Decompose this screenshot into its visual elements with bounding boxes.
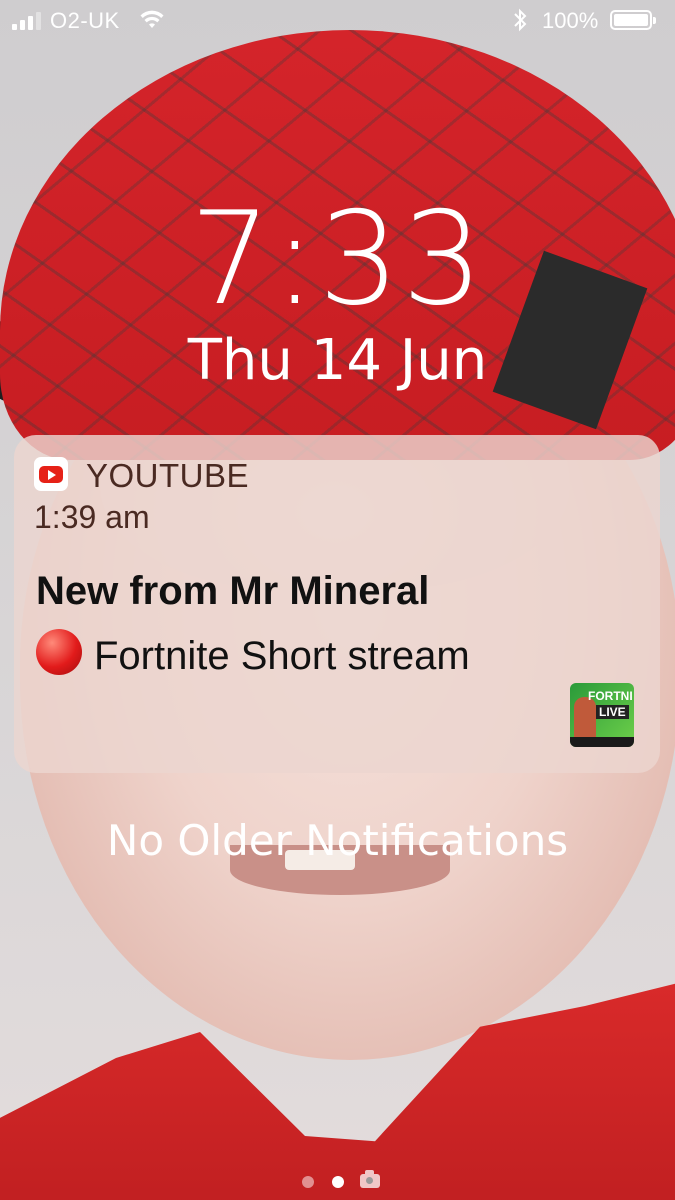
page-dot-current[interactable] <box>332 1176 344 1188</box>
battery-nub <box>653 17 656 24</box>
notification-body: Fortnite Short stream <box>36 625 556 687</box>
camera-icon[interactable] <box>360 1170 380 1188</box>
signal-bar <box>28 16 33 30</box>
battery-percentage: 100% <box>542 8 599 33</box>
signal-bar <box>36 12 41 30</box>
youtube-notification[interactable]: YOUTUBE 1:39 am New from Mr Mineral Fort… <box>14 435 660 773</box>
battery-fill <box>614 14 648 26</box>
battery-icon <box>610 10 656 30</box>
thumbnail-figure <box>574 697 596 741</box>
signal-bar <box>12 24 17 30</box>
carrier-name: O2-UK <box>50 8 120 33</box>
thumbnail-text-2: LIVE <box>596 705 629 719</box>
no-older-notifications: No Older Notifications <box>106 816 569 865</box>
wifi-icon <box>140 8 164 36</box>
thumbnail-bar <box>570 737 634 747</box>
red-circle-emoji-icon <box>36 629 82 675</box>
page-indicator <box>298 1170 388 1192</box>
notification-time: 1:39 am <box>34 499 150 535</box>
notification-thumbnail: FORTNI LIVE <box>570 683 634 747</box>
lock-screen-time: 7:33 <box>189 185 486 334</box>
notification-title: New from Mr Mineral <box>36 569 430 613</box>
thumbnail-text-1: FORTNI <box>588 689 633 703</box>
youtube-icon <box>34 457 68 491</box>
lock-screen-date: Thu 14 Jun <box>187 328 488 393</box>
signal-strength-icon <box>12 12 41 30</box>
page-dot[interactable] <box>302 1176 314 1188</box>
bluetooth-icon <box>512 8 528 38</box>
signal-bar <box>20 20 25 30</box>
notification-app-name: YOUTUBE <box>86 457 250 494</box>
notification-body-text: Fortnite Short stream <box>94 634 470 678</box>
notification-header: YOUTUBE <box>34 455 640 495</box>
status-bar: O2-UK 100% <box>0 0 675 42</box>
